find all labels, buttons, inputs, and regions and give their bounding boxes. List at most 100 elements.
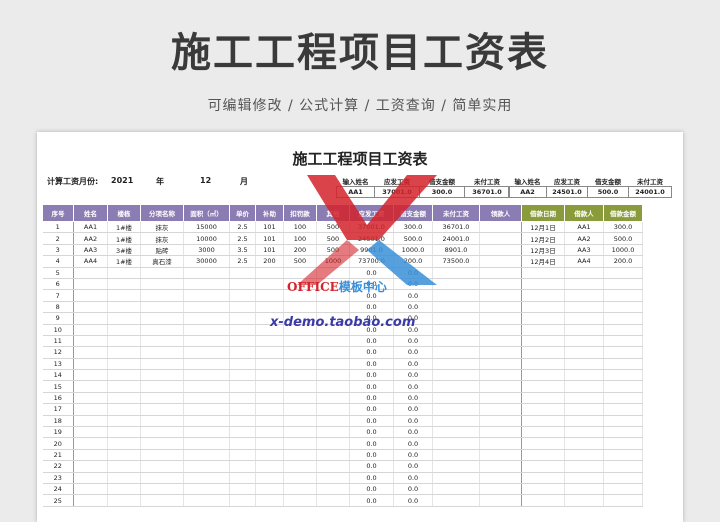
table-cell[interactable] <box>73 301 108 314</box>
table-cell[interactable]: 3 <box>42 244 74 257</box>
table-cell[interactable] <box>432 289 480 302</box>
table-cell[interactable] <box>140 346 184 359</box>
month-value[interactable]: 12 <box>200 176 211 188</box>
table-cell[interactable] <box>564 392 604 405</box>
table-cell[interactable] <box>564 324 604 336</box>
table-cell[interactable] <box>140 415 184 428</box>
table-cell[interactable] <box>283 346 317 359</box>
table-cell[interactable] <box>603 426 643 439</box>
table-cell[interactable] <box>107 358 141 371</box>
table-cell[interactable]: AA2 <box>564 232 604 245</box>
table-cell[interactable] <box>140 335 184 348</box>
table-cell[interactable] <box>432 358 480 371</box>
table-cell[interactable] <box>229 449 256 462</box>
table-cell[interactable]: 101 <box>255 232 284 245</box>
column-header[interactable]: 借款人 <box>564 204 604 222</box>
table-cell[interactable] <box>432 483 480 496</box>
table-cell[interactable] <box>564 460 604 473</box>
table-cell[interactable] <box>229 335 256 348</box>
table-cell[interactable] <box>479 449 522 462</box>
table-cell[interactable]: 0.0 <box>349 301 394 314</box>
table-cell[interactable]: 0.0 <box>349 346 394 359</box>
table-cell[interactable] <box>73 369 108 382</box>
table-cell[interactable] <box>479 324 522 336</box>
table-cell[interactable] <box>432 335 480 348</box>
table-cell[interactable] <box>255 369 284 382</box>
table-cell[interactable]: 抹灰 <box>140 232 184 245</box>
column-header[interactable]: 借款日期 <box>521 204 565 222</box>
table-cell[interactable] <box>432 437 480 450</box>
table-cell[interactable] <box>107 312 141 325</box>
table-cell[interactable]: 6 <box>42 278 74 291</box>
table-cell[interactable] <box>521 324 565 336</box>
year-value[interactable]: 2021 <box>111 176 133 188</box>
table-cell[interactable]: 0.0 <box>349 369 394 382</box>
table-cell[interactable] <box>521 403 565 416</box>
table-cell[interactable] <box>283 392 317 405</box>
table-cell[interactable] <box>316 346 350 359</box>
table-cell[interactable] <box>283 460 317 473</box>
table-cell[interactable]: 抹灰 <box>140 221 184 234</box>
table-cell[interactable] <box>183 335 230 348</box>
table-cell[interactable] <box>255 267 284 279</box>
table-cell[interactable] <box>432 460 480 473</box>
table-cell[interactable] <box>283 426 317 439</box>
table-cell[interactable]: 9 <box>42 312 74 325</box>
table-cell[interactable] <box>432 415 480 428</box>
table-cell[interactable] <box>283 301 317 314</box>
table-cell[interactable] <box>229 312 256 325</box>
table-cell[interactable] <box>229 460 256 473</box>
table-cell[interactable]: 12月4日 <box>521 255 565 268</box>
table-cell[interactable] <box>283 380 317 393</box>
table-cell[interactable] <box>564 483 604 496</box>
table-cell[interactable] <box>564 494 604 507</box>
table-cell[interactable] <box>603 267 643 279</box>
table-cell[interactable] <box>255 426 284 439</box>
table-cell[interactable] <box>107 380 141 393</box>
table-cell[interactable] <box>107 369 141 382</box>
table-cell[interactable] <box>479 335 522 348</box>
table-cell[interactable] <box>183 301 230 314</box>
table-cell[interactable]: AA1 <box>564 221 604 234</box>
table-cell[interactable]: 0.0 <box>349 437 394 450</box>
table-cell[interactable]: 0.0 <box>349 494 394 507</box>
table-cell[interactable] <box>521 380 565 393</box>
table-cell[interactable] <box>521 267 565 279</box>
table-cell[interactable] <box>183 449 230 462</box>
table-cell[interactable]: 0.0 <box>393 358 433 371</box>
table-cell[interactable] <box>140 289 184 302</box>
table-cell[interactable] <box>603 392 643 405</box>
table-cell[interactable] <box>521 278 565 291</box>
table-cell[interactable] <box>432 324 480 336</box>
table-cell[interactable] <box>229 346 256 359</box>
table-cell[interactable] <box>255 472 284 485</box>
table-cell[interactable]: 0.0 <box>393 460 433 473</box>
table-cell[interactable] <box>564 426 604 439</box>
table-cell[interactable] <box>229 483 256 496</box>
table-cell[interactable]: 13 <box>42 358 74 371</box>
table-cell[interactable] <box>564 403 604 416</box>
table-cell[interactable] <box>479 415 522 428</box>
table-cell[interactable]: 0.0 <box>349 335 394 348</box>
table-cell[interactable] <box>255 449 284 462</box>
table-cell[interactable] <box>316 358 350 371</box>
table-cell[interactable] <box>479 346 522 359</box>
table-cell[interactable] <box>140 369 184 382</box>
table-cell[interactable] <box>283 335 317 348</box>
table-cell[interactable] <box>521 494 565 507</box>
table-cell[interactable]: 101 <box>255 244 284 257</box>
table-cell[interactable]: 0.0 <box>349 483 394 496</box>
table-cell[interactable]: 17 <box>42 403 74 416</box>
table-cell[interactable] <box>255 346 284 359</box>
table-cell[interactable] <box>183 324 230 336</box>
table-cell[interactable] <box>183 460 230 473</box>
table-cell[interactable] <box>479 483 522 496</box>
table-cell[interactable] <box>603 369 643 382</box>
table-cell[interactable] <box>521 460 565 473</box>
table-cell[interactable]: 2.5 <box>229 221 256 234</box>
table-cell[interactable] <box>183 494 230 507</box>
table-cell[interactable] <box>183 278 230 291</box>
table-cell[interactable] <box>564 472 604 485</box>
table-cell[interactable] <box>316 335 350 348</box>
table-cell[interactable]: 15 <box>42 380 74 393</box>
